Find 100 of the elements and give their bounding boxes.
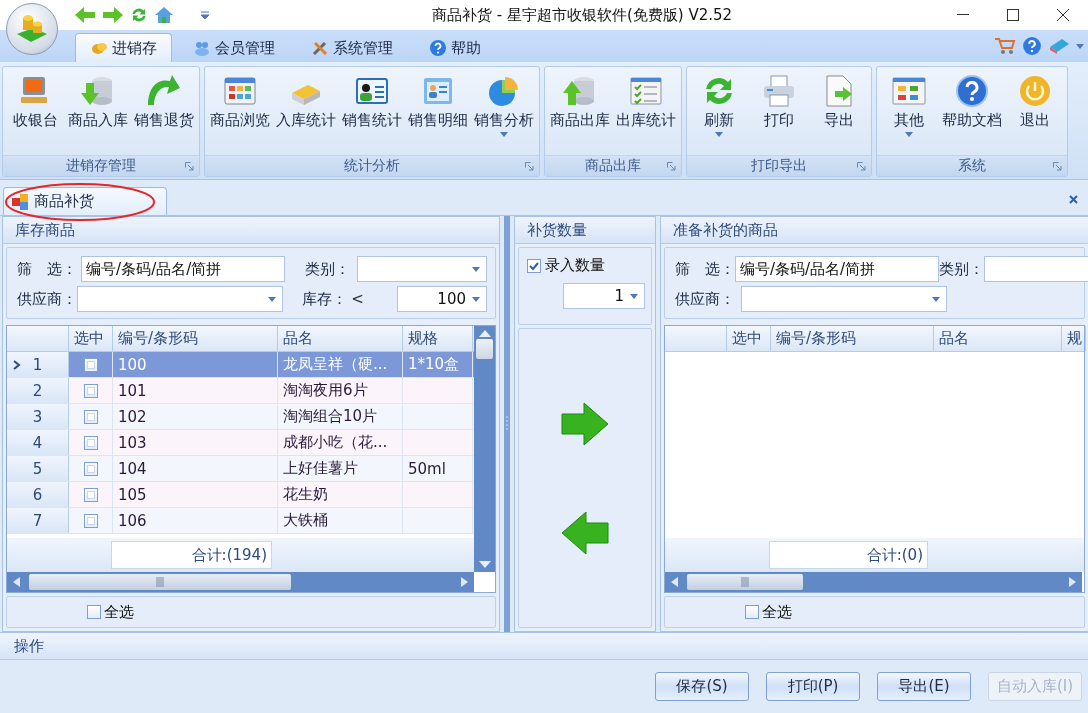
scroll-down-icon[interactable] — [478, 561, 491, 569]
group-title: 商品出库 — [585, 157, 641, 175]
book-icon[interactable] — [1048, 37, 1070, 55]
table-row[interactable]: 4 103 成都小吃（花... — [7, 430, 474, 456]
dropdown-field[interactable] — [984, 256, 1088, 282]
scroll-thumb[interactable] — [29, 574, 291, 590]
column-header[interactable]: 品名 — [934, 326, 1062, 351]
column-header[interactable]: 编号/条形码 — [113, 326, 278, 351]
scroll-right-icon[interactable] — [460, 577, 468, 587]
dropdown-field[interactable]: 100 — [397, 286, 487, 312]
ribbon-button[interactable]: 入库统计 — [273, 71, 339, 155]
dialog-launcher-icon[interactable] — [857, 162, 866, 171]
stock-label: 库存： — [301, 289, 348, 309]
caret-icon — [472, 296, 480, 302]
dialog-launcher-icon[interactable] — [1053, 162, 1062, 171]
ribbon-tab[interactable]: 进销存 — [75, 33, 172, 62]
ribbon-button[interactable]: 商品出库 — [547, 71, 613, 155]
filter-label: 筛 选： — [675, 259, 735, 279]
dialog-launcher-icon[interactable] — [525, 162, 534, 171]
horizontal-scrollbar[interactable] — [7, 572, 474, 592]
ribbon-button[interactable]: 退出 — [1005, 71, 1065, 155]
column-header[interactable]: 规格 — [403, 326, 473, 351]
checkbox[interactable] — [83, 461, 98, 476]
scroll-left-icon[interactable] — [671, 577, 679, 587]
minimize-icon — [957, 14, 969, 16]
ribbon-button[interactable]: 刷新 — [689, 71, 749, 155]
ribbon-button[interactable]: 收银台 — [5, 71, 65, 155]
ribbon-button[interactable]: 销售分析 — [471, 71, 537, 155]
table-row[interactable]: 2 101 淘淘夜用6片 — [7, 378, 474, 404]
select-all-checkbox[interactable] — [745, 605, 759, 619]
table-cell: 成都小吃（花... — [278, 430, 403, 455]
action-button[interactable]: 导出(E) — [877, 672, 971, 701]
dropdown-field[interactable] — [77, 286, 284, 312]
back-arrow-icon[interactable] — [74, 6, 96, 24]
grip-icon — [741, 577, 749, 587]
grip-icon — [156, 577, 164, 587]
scroll-thumb[interactable] — [476, 339, 493, 359]
select-all-checkbox[interactable] — [87, 605, 101, 619]
dropdown-field[interactable]: 1 — [563, 283, 645, 309]
dropdown-field[interactable] — [741, 286, 947, 312]
column-header[interactable]: 规 — [1062, 326, 1086, 351]
ribbon-button[interactable]: 销售明细 — [405, 71, 471, 155]
vertical-scrollbar[interactable] — [474, 326, 495, 572]
ribbon-button[interactable]: 导出 — [809, 71, 869, 155]
quantity-checkbox[interactable] — [527, 258, 541, 273]
scroll-up-icon[interactable] — [478, 329, 491, 337]
scroll-right-icon[interactable] — [1068, 577, 1076, 587]
add-arrow-button[interactable] — [560, 400, 610, 447]
dropdown-field[interactable] — [357, 256, 487, 282]
ribbon-button[interactable]: 商品入库 — [65, 71, 131, 155]
checkbox[interactable] — [83, 409, 98, 424]
table-cell: 淘淘组合10片 — [278, 404, 403, 429]
filter-field[interactable]: 编号/条码/品名/简拼 — [735, 256, 939, 282]
scroll-thumb[interactable] — [687, 574, 803, 590]
column-header[interactable]: 选中 — [727, 326, 771, 351]
ribbon-button[interactable]: 帮助文档 — [939, 71, 1005, 155]
row-number: 3 — [32, 407, 43, 426]
checkbox[interactable] — [83, 383, 98, 398]
window-title: 商品补货 - 星宇超市收银软件(免费版) V2.52 — [432, 5, 733, 25]
ribbon-button[interactable]: 打印 — [749, 71, 809, 155]
table-row[interactable]: 3 102 淘淘组合10片 — [7, 404, 474, 430]
ribbon-button[interactable]: 其他 — [879, 71, 939, 155]
column-header[interactable]: 编号/条形码 — [771, 326, 934, 351]
group-title: 打印导出 — [751, 157, 807, 175]
dialog-launcher-icon[interactable] — [185, 162, 194, 171]
filter-field[interactable]: 编号/条码/品名/简拼 — [81, 256, 286, 282]
ribbon-button[interactable]: 商品浏览 — [207, 71, 273, 155]
customize-caret-icon[interactable] — [200, 10, 210, 20]
document-tab[interactable]: 商品补货 — [3, 187, 167, 215]
close-icon[interactable] — [1069, 195, 1078, 204]
printer-icon — [761, 73, 797, 109]
row-number: 1 — [32, 355, 43, 374]
ribbon-button[interactable]: 销售退货 — [131, 71, 197, 155]
table-row[interactable]: 5 104 上好佳薯片 50ml — [7, 456, 474, 482]
table-row[interactable]: 6 105 花生奶 — [7, 482, 474, 508]
forward-arrow-icon[interactable] — [102, 6, 124, 24]
section-title: 操作 — [14, 636, 44, 656]
ribbon-tab[interactable]: 系统管理 — [296, 33, 408, 62]
action-button[interactable]: 打印(P) — [766, 672, 860, 701]
category-label: 类别： — [939, 259, 984, 279]
checkbox[interactable] — [83, 357, 98, 372]
table-row[interactable]: 1 100 龙凤呈祥（硬... 1*10盒 — [7, 352, 474, 378]
dialog-launcher-icon[interactable] — [667, 162, 676, 171]
column-header[interactable]: 选中 — [69, 326, 113, 351]
home-icon[interactable] — [154, 6, 174, 24]
ribbon-button[interactable]: 销售统计 — [339, 71, 405, 155]
refresh-icon[interactable] — [130, 6, 148, 24]
scroll-left-icon[interactable] — [13, 577, 21, 587]
action-button[interactable]: 保存(S) — [655, 672, 749, 701]
cart-icon[interactable] — [994, 37, 1016, 55]
ribbon-button[interactable]: 出库统计 — [613, 71, 679, 155]
checkbox[interactable] — [83, 513, 98, 528]
table-row[interactable]: 7 106 大铁桶 — [7, 508, 474, 534]
remove-arrow-button[interactable] — [560, 509, 610, 556]
ribbon-tab[interactable]: 会员管理 — [178, 33, 290, 62]
column-header[interactable]: 品名 — [278, 326, 403, 351]
checkbox[interactable] — [83, 435, 98, 450]
checkbox[interactable] — [83, 487, 98, 502]
horizontal-scrollbar[interactable] — [665, 572, 1082, 592]
ribbon-tab[interactable]: 帮助 — [414, 33, 496, 62]
